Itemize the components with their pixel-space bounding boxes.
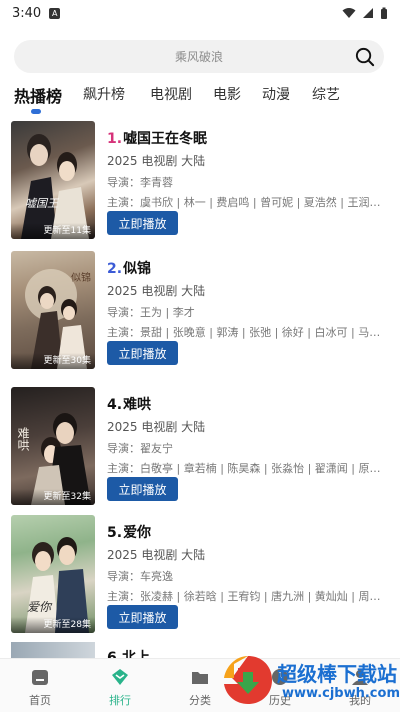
svg-text:难哄: 难哄 <box>16 427 30 451</box>
poster[interactable] <box>11 642 95 658</box>
item-title[interactable]: 2.似锦 <box>107 258 151 278</box>
item-director: 导演：李青蓉 <box>107 176 173 189</box>
play-button[interactable]: 立即播放 <box>107 341 178 365</box>
status-bar: 3:40 A <box>0 0 400 26</box>
item-cast: 主演：张凌赫 | 徐若晗 | 王宥钧 | 唐九洲 | 黄灿灿 | 周益如 <box>107 590 387 603</box>
item-cast: 主演：白敬亭 | 章若楠 | 陈昊森 | 张淼怡 | 翟潇闻 | 原野 | 王 <box>107 462 387 475</box>
watermark-logo-icon <box>224 656 272 704</box>
item-meta: 2025 电视剧 大陆 <box>107 154 206 168</box>
signal-icon <box>363 8 373 18</box>
nav-label: 首页 <box>29 694 51 707</box>
poster[interactable]: 嘘国王 更新至11集 <box>11 121 95 239</box>
search-icon[interactable] <box>354 46 375 67</box>
title-text: 难哄 <box>123 397 152 413</box>
watermark-title: 超级棒下载站 <box>277 662 397 686</box>
item-title[interactable]: 4.难哄 <box>107 394 151 414</box>
poster-art: 嘘国王 <box>21 134 89 239</box>
item-meta: 2025 电视剧 大陆 <box>107 420 206 434</box>
title-text: 嘘国王在冬眠 <box>123 131 208 147</box>
wifi-icon <box>342 8 356 18</box>
list-item[interactable]: 爱你 更新至28集 5.爱你 2025 电视剧 大陆 导演：车亮逸 主演：张凌赫… <box>0 515 400 635</box>
update-badge: 更新至28集 <box>11 617 95 633</box>
item-director: 导演：翟友宁 <box>107 442 173 455</box>
poster-art: 似锦 <box>25 269 91 369</box>
play-button[interactable]: 立即播放 <box>107 477 178 501</box>
nav-rank[interactable]: 排行 <box>80 659 160 713</box>
svg-text:爱你: 爱你 <box>27 600 53 614</box>
status-icons <box>342 7 388 20</box>
notification-icon: A <box>49 7 61 19</box>
item-meta: 2025 电视剧 大陆 <box>107 548 206 562</box>
update-badge: 更新至32集 <box>11 489 95 505</box>
poster-art: 难哄 <box>16 413 91 505</box>
rank-icon <box>112 669 128 685</box>
play-button[interactable]: 立即播放 <box>107 605 178 629</box>
watermark: 超级棒下载站 www.cjbwh.com <box>222 650 400 712</box>
update-badge: 更新至30集 <box>11 353 95 369</box>
svg-text:似锦: 似锦 <box>71 271 91 284</box>
search-bar[interactable]: 乘风破浪 <box>14 40 384 73</box>
update-badge: 更新至11集 <box>11 223 95 239</box>
rank-number: 2. <box>107 261 123 277</box>
poster[interactable]: 爱你 更新至28集 <box>11 515 95 633</box>
tab-movie[interactable]: 电影 <box>213 84 241 104</box>
play-button[interactable]: 立即播放 <box>107 211 178 235</box>
folder-icon <box>192 672 208 684</box>
tab-hot[interactable]: 热播榜 <box>14 83 62 107</box>
home-icon <box>32 670 48 685</box>
rank-number: 5. <box>107 525 123 541</box>
item-director: 导演：王为 | 李才 <box>107 306 195 319</box>
item-director: 导演：车亮逸 <box>107 570 173 583</box>
poster[interactable]: 似锦 更新至30集 <box>11 251 95 369</box>
list-item[interactable]: 难哄 更新至32集 4.难哄 2025 电视剧 大陆 导演：翟友宁 主演：白敬亭… <box>0 387 400 507</box>
tab-variety[interactable]: 综艺 <box>312 84 340 104</box>
tab-tv[interactable]: 电视剧 <box>150 84 192 104</box>
nav-label: 排行 <box>109 694 131 707</box>
list-item[interactable]: 似锦 更新至30集 2.似锦 2025 电视剧 大陆 导演：王为 | 李才 主演… <box>0 251 400 371</box>
rank-number: 1. <box>107 131 123 147</box>
poster[interactable]: 难哄 更新至32集 <box>11 387 95 505</box>
list-item[interactable]: 嘘国王 更新至11集 1.嘘国王在冬眠 2025 电视剧 大陆 导演：李青蓉 主… <box>0 121 400 241</box>
watermark-url: www.cjbwh.com <box>282 686 400 701</box>
battery-icon <box>381 7 387 19</box>
item-title[interactable]: 6.北上 <box>107 647 150 658</box>
rank-number: 4. <box>107 397 123 413</box>
title-text: 似锦 <box>123 261 152 277</box>
category-tabs: 热播榜 飙升榜 电视剧 电影 动漫 综艺 <box>0 84 400 114</box>
item-title[interactable]: 1.嘘国王在冬眠 <box>107 128 207 148</box>
title-text: 爱你 <box>123 525 152 541</box>
item-cast: 主演：虞书欣 | 林一 | 费启鸣 | 曾可妮 | 夏浩然 | 王润泽 | 姜 <box>107 196 387 209</box>
search-input[interactable]: 乘风破浪 <box>175 48 223 65</box>
poster-art: 爱你 <box>25 537 89 633</box>
status-time: 3:40 <box>12 5 42 21</box>
tab-indicator <box>31 109 41 114</box>
svg-text:嘘国王: 嘘国王 <box>25 197 59 210</box>
nav-home[interactable]: 首页 <box>0 659 80 713</box>
tab-anime[interactable]: 动漫 <box>262 84 290 104</box>
item-title[interactable]: 5.爱你 <box>107 522 151 542</box>
tab-rising[interactable]: 飙升榜 <box>83 84 125 104</box>
item-cast: 主演：景甜 | 张晚意 | 郭涛 | 张弛 | 徐好 | 白冰可 | 马苏 | … <box>107 326 387 339</box>
item-meta: 2025 电视剧 大陆 <box>107 284 206 298</box>
